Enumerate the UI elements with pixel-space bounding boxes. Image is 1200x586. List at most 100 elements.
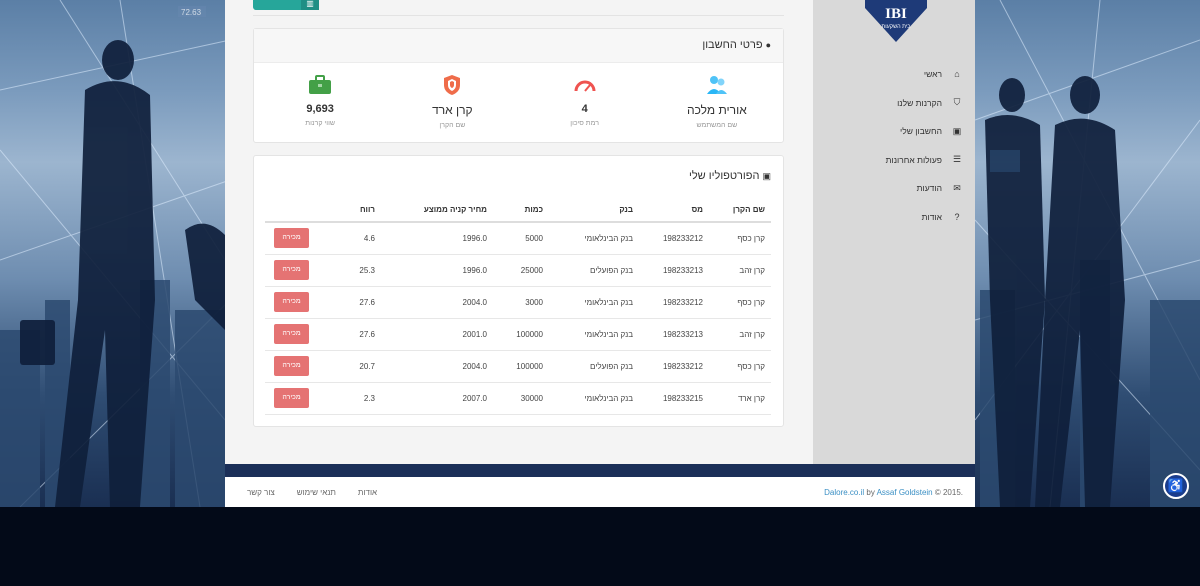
table-cell: קרן כסף [709, 286, 771, 319]
account-details-title: פרטי החשבון [702, 39, 763, 51]
sidebar: IBI בית השקעות ⌂ ראשי ⛉ הקרנות שלנו ▣ החשבון … [813, 0, 975, 464]
table-cell: 27.6 [315, 318, 381, 351]
sell-button[interactable]: מכירה [274, 388, 309, 408]
column-header: מחיר קניה ממוצע [381, 198, 493, 223]
sell-button[interactable]: מכירה [274, 356, 309, 376]
sell-button[interactable]: מכירה [274, 260, 309, 280]
stat-risk-level: 4 רמת סיכון [519, 63, 651, 143]
table-cell: בנק הבינלאומי [549, 382, 639, 415]
sell-button[interactable]: מכירה [274, 292, 309, 312]
column-header: מס [639, 198, 709, 223]
column-header: שם הקרן [709, 198, 771, 223]
table-cell: קרן זהב [709, 318, 771, 351]
stat-label: רמת סיכון [570, 120, 599, 127]
table-cell: מכירה [265, 254, 315, 287]
divider [253, 15, 784, 16]
sidebar-item[interactable]: ? אודות [823, 203, 963, 232]
portfolio-card: ▣הפורטפוליו שלי שם הקרן מס בנק כמות מחיר… [253, 155, 784, 427]
table-cell: קרן כסף [709, 222, 771, 255]
portfolio-title: הפורטפוליו שלי [689, 170, 760, 182]
portfolio-header: ▣הפורטפוליו שלי [254, 156, 783, 198]
table-cell: בנק הבינלאומי [549, 222, 639, 255]
gauge-icon [519, 73, 651, 97]
table-cell: בנק הפועלים [549, 350, 639, 383]
column-header: בנק [549, 198, 639, 223]
main-content: ▥ ●פרטי החשבון אורית מלכה שם המשתמש 4 רמ… [225, 0, 813, 464]
table-cell: 2004.0 [381, 286, 493, 319]
table-cell: מכירה [265, 318, 315, 351]
users-icon [651, 73, 783, 97]
accessibility-button[interactable]: ♿ [1163, 473, 1189, 499]
stat-value: אורית מלכה [687, 103, 747, 117]
table-row: קרן כסף 198233212 בנק הבינלאומי 3000 2004.0 2… [265, 286, 771, 319]
stat-fund-value: 9,693 שווי קרנות [254, 63, 386, 143]
table-cell: 198233215 [639, 382, 709, 415]
sidebar-item[interactable]: ⛉ הקרנות שלנו [823, 89, 963, 118]
sell-button[interactable]: מכירה [274, 324, 309, 344]
stat-label: שם הקרן [439, 122, 466, 129]
table-cell: מכירה [265, 222, 315, 255]
briefcase-icon: ▣ [952, 125, 962, 136]
table-cell: 1996.0 [381, 254, 493, 287]
table-cell: 100000 [493, 318, 549, 351]
footer-link-terms[interactable]: תנאי שימוש [297, 488, 336, 497]
table-cell: מכירה [265, 286, 315, 319]
column-header: כמות [493, 198, 549, 223]
footer-links: אודות תנאי שימוש צור קשר [247, 488, 377, 497]
table-cell: בנק הבינלאומי [549, 286, 639, 319]
table-row: קרן זהב 198233213 בנק הבינלאומי 100000 2001.… [265, 318, 771, 351]
table-cell: 25000 [493, 254, 549, 287]
stat-value: 9,693 [306, 103, 334, 115]
sidebar-item-label: החשבון שלי [900, 126, 942, 137]
table-cell: 27.6 [315, 286, 381, 319]
stat-value: 4 [581, 103, 588, 115]
footer: Dalore.co.il by Assaf Goldstein © 2015. … [225, 477, 975, 507]
stat-label: שווי קרנות [305, 120, 335, 127]
copyright-text: © 2015. [934, 488, 963, 497]
chart-icon: ▥ [301, 0, 319, 10]
sidebar-item-label: הודעות [916, 183, 942, 194]
site-link[interactable]: Dalore.co.il [824, 488, 864, 497]
table-cell: 2004.0 [381, 350, 493, 383]
sidebar-item[interactable]: ☰ פעולות אחרונות [823, 146, 963, 175]
footer-link-contact[interactable]: צור קשר [247, 488, 275, 497]
footer-gap [225, 464, 975, 477]
table-cell: 198233212 [639, 350, 709, 383]
page-bottom-band [0, 507, 1200, 586]
footer-by: by [864, 488, 877, 497]
table-cell: 100000 [493, 350, 549, 383]
envelope-icon: ✉ [953, 182, 961, 193]
sidebar-item[interactable]: ▣ החשבון שלי [823, 117, 963, 146]
table-cell: מכירה [265, 382, 315, 415]
list-icon: ☰ [952, 154, 962, 165]
account-details-header: ●פרטי החשבון [254, 29, 783, 63]
table-row: קרן ארד 198233215 בנק הבינלאומי 30000 2007.0… [265, 382, 771, 415]
table-cell: 2.3 [315, 382, 381, 415]
footer-link-about[interactable]: אודות [358, 488, 377, 497]
table-cell: קרן זהב [709, 254, 771, 287]
sell-button[interactable]: מכירה [274, 228, 309, 249]
footer-copyright: Dalore.co.il by Assaf Goldstein © 2015. [824, 488, 963, 497]
table-cell: 2001.0 [381, 318, 493, 351]
sidebar-item-label: פעולות אחרונות [885, 154, 942, 165]
author-link[interactable]: Assaf Goldstein [877, 488, 933, 497]
sidebar-item[interactable]: ✉ הודעות [823, 174, 963, 203]
table-cell: 198233213 [639, 254, 709, 287]
home-icon: ⌂ [954, 69, 960, 80]
table-row: קרן כסף 198233212 בנק הפועלים 100000 2004.0 2… [265, 350, 771, 383]
portfolio-table: שם הקרן מס בנק כמות מחיר קניה ממוצע רווח… [265, 198, 771, 415]
sidebar-item-label: ראשי [923, 69, 942, 80]
logo-text: IBI [885, 6, 907, 22]
top-action-button[interactable]: ▥ [253, 0, 319, 10]
shield-icon: ⛉ [953, 97, 961, 108]
ibi-logo[interactable]: IBI בית השקעות [865, 0, 927, 42]
table-cell: 5000 [493, 222, 549, 255]
stat-fund-name: קרן ארד שם הקרן [386, 63, 518, 143]
account-details-card: ●פרטי החשבון אורית מלכה שם המשתמש 4 רמת … [253, 28, 784, 143]
table-cell: בנק הפועלים [549, 254, 639, 287]
sidebar-item[interactable]: ⌂ ראשי [823, 60, 963, 89]
table-cell: קרן כסף [709, 350, 771, 383]
question-circle-icon: ? [954, 211, 960, 222]
table-cell: 25.3 [315, 254, 381, 287]
shield-icon [386, 73, 518, 97]
